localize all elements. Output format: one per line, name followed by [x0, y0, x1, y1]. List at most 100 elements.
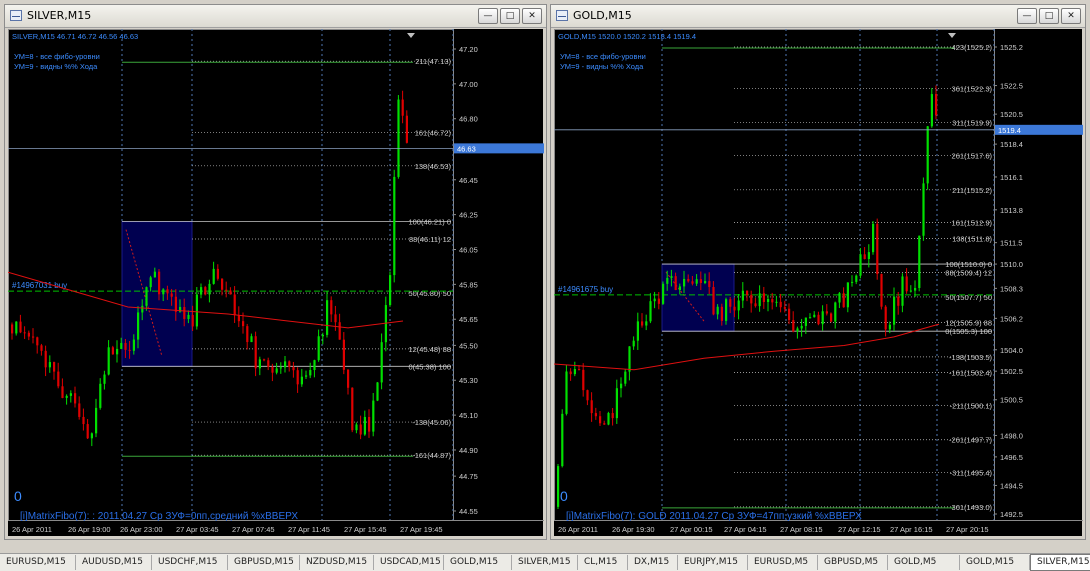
candle-body [300, 376, 303, 385]
price-axis-label: 1518.4 [1000, 140, 1023, 149]
candle-body [678, 286, 681, 291]
chart-tab[interactable]: EURUSD,M5 [748, 555, 818, 570]
price-axis-label: 45.65 [459, 315, 478, 324]
candle-body [229, 290, 232, 295]
candle-body [641, 321, 644, 326]
zero-mark: 0 [14, 488, 22, 504]
price-chart[interactable]: 211(47.13) 161(46.72) 138(46.53) 100(46.21)… [8, 29, 545, 538]
candle-body [750, 294, 753, 304]
candle-body [809, 317, 812, 319]
price-axis-label: 44.55 [459, 507, 478, 516]
candle-body [846, 282, 849, 308]
chart-tab[interactable]: AUDUSD,M15 [76, 555, 152, 570]
price-chart-canvas[interactable]: 423(1525.2) 361(1522.3) 311(1519.9) 261(151… [554, 29, 1084, 538]
chart-tab[interactable]: SILVER,M15 [512, 555, 578, 570]
candle-body [893, 296, 896, 325]
price-axis-label: 1506.2 [1000, 314, 1023, 323]
candle-body [124, 342, 127, 350]
chart-tab[interactable]: EURUSD,M15 [0, 555, 76, 570]
price-axis-label: 46.80 [459, 115, 478, 124]
time-axis-label: 26 Apr 19:30 [612, 525, 655, 534]
price-axis-label: 1510.0 [1000, 260, 1023, 269]
candle-body [326, 300, 329, 335]
price-axis-label: 1522.5 [1000, 82, 1023, 91]
candle-body [275, 368, 278, 373]
fibo-level-label: 138(46.53) [415, 162, 452, 171]
window-titlebar[interactable]: GOLD,M15 — □ ✕ [551, 5, 1085, 28]
close-button[interactable]: ✕ [1061, 8, 1081, 24]
candle-body [111, 347, 114, 355]
candle-body [804, 317, 807, 326]
candle-body [926, 126, 929, 184]
chart-tab[interactable]: NZDUSD,M15 [300, 555, 374, 570]
chart-tab[interactable]: GBPUSD,M15 [228, 555, 300, 570]
chart-tab[interactable]: EURJPY,M15 [678, 555, 748, 570]
candle-body [859, 254, 862, 276]
time-axis-label: 27 Apr 03:45 [176, 525, 219, 534]
chart-tab[interactable]: CL,M15 [578, 555, 628, 570]
candle-body [208, 283, 211, 295]
price-axis-label: 47.20 [459, 45, 478, 54]
time-axis-label: 27 Apr 19:45 [400, 525, 443, 534]
close-button[interactable]: ✕ [522, 8, 542, 24]
chart-tab[interactable]: DX,M15 [628, 555, 678, 570]
chart-tab[interactable]: USDCHF,M15 [152, 555, 228, 570]
candle-body [342, 339, 345, 370]
price-axis-label: 45.10 [459, 411, 478, 420]
price-chart[interactable]: 423(1525.2) 361(1522.3) 311(1519.9) 261(151… [554, 29, 1084, 538]
price-axis-label: 1492.5 [1000, 510, 1023, 519]
candle-body [368, 416, 371, 432]
candle-body [284, 361, 287, 368]
candle-body [107, 347, 110, 375]
price-axis-label: 1498.0 [1000, 431, 1023, 440]
scroll-marker-icon [948, 33, 956, 38]
price-axis-label: 1500.5 [1000, 396, 1023, 405]
candle-body [670, 276, 673, 278]
price-axis-label: 45.85 [459, 280, 478, 289]
candle-body [250, 336, 253, 343]
fibo-level-label: -138(1503.5) [949, 353, 992, 362]
maximize-button[interactable]: □ [500, 8, 520, 24]
price-axis-label: 46.05 [459, 245, 478, 254]
window-title: GOLD,M15 [573, 9, 632, 22]
candle-body [754, 303, 757, 307]
time-axis-label: 27 Apr 16:15 [890, 525, 933, 534]
candle-body [914, 288, 917, 291]
candle-body [313, 360, 316, 371]
fibo-level-label: 0(1505.3) 100 [945, 327, 992, 336]
candle-body [662, 283, 665, 304]
candle-body [834, 302, 837, 322]
time-axis-label: 27 Apr 11:45 [288, 525, 330, 534]
chart-tab[interactable]: GOLD,M15 [444, 555, 512, 570]
minimize-button[interactable]: — [1017, 8, 1037, 24]
candle-body [212, 268, 215, 284]
candle-body [733, 306, 736, 311]
candle-body [909, 290, 912, 292]
price-axis-label: 1516.1 [1000, 173, 1023, 182]
candle-body [729, 299, 732, 307]
candle-body [695, 279, 698, 284]
candle-body [712, 287, 715, 315]
candle-body [170, 293, 173, 297]
candle-body [53, 362, 56, 372]
price-chart-canvas[interactable]: 211(47.13) 161(46.72) 138(46.53) 100(46.21)… [8, 29, 545, 538]
price-axis-label: 1502.5 [1000, 367, 1023, 376]
current-price-label: 46.63 [457, 144, 476, 153]
chart-tab[interactable]: GBPUSD,M5 [818, 555, 888, 570]
chart-tab[interactable]: GOLD,M5 [888, 555, 960, 570]
minimize-button[interactable]: — [478, 8, 498, 24]
candle-body [599, 416, 602, 424]
candle-body [624, 371, 627, 384]
candle-body [897, 296, 900, 306]
candle-body [65, 395, 68, 398]
chart-tab[interactable]: USDCAD,M15 [374, 555, 444, 570]
window-titlebar[interactable]: SILVER,M15 — □ ✕ [5, 5, 546, 28]
candle-body [393, 176, 396, 276]
candle-body [821, 311, 824, 325]
candle-body [838, 293, 841, 303]
candle-body [305, 375, 308, 377]
chart-tab[interactable]: SILVER,M15 [1030, 554, 1090, 571]
candle-body [23, 332, 26, 334]
chart-tab[interactable]: GOLD,M15 [960, 555, 1030, 570]
maximize-button[interactable]: □ [1039, 8, 1059, 24]
